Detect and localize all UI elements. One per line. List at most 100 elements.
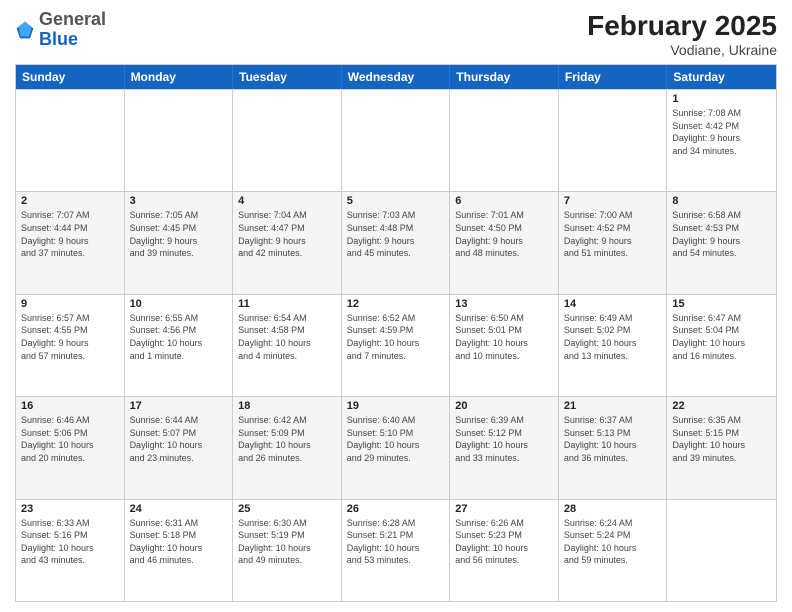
calendar-cell: 11Sunrise: 6:54 AM Sunset: 4:58 PM Dayli…: [233, 295, 342, 396]
day-number: 4: [238, 195, 336, 207]
day-number: 20: [455, 400, 553, 412]
calendar-cell: 14 Sunrise: 6:49 AM Sunset: 5:02 PM Dayli…: [559, 295, 668, 396]
page: General Blue February 2025 Vodiane, Ukra…: [0, 0, 792, 612]
calendar-row-0: 1 Sunrise: 7:08 AM Sunset: 4:42 PM Daylig…: [16, 89, 776, 191]
day-number: 21: [564, 400, 662, 412]
day-number: 10: [130, 298, 228, 310]
day-info: Sunrise: 7:03 AM Sunset: 4:48 PM Dayligh…: [347, 209, 445, 259]
day-info: Sunrise: 6:57 AM Sunset: 4:55 PM Dayligh…: [21, 312, 119, 362]
header-cell-monday: Monday: [125, 65, 234, 89]
day-number: 17: [130, 400, 228, 412]
calendar-cell: 8Sunrise: 6:58 AM Sunset: 4:53 PM Daylig…: [667, 192, 776, 293]
day-info: Sunrise: 6:50 AM Sunset: 5:01 PM Dayligh…: [455, 312, 553, 362]
calendar-cell: 20Sunrise: 6:39 AM Sunset: 5:12 PM Dayli…: [450, 397, 559, 498]
day-info: Sunrise: 7:00 AM Sunset: 4:52 PM Dayligh…: [564, 209, 662, 259]
day-info: Sunrise: 7:05 AM Sunset: 4:45 PM Dayligh…: [130, 209, 228, 259]
calendar-cell: 10 Sunrise: 6:55 AM Sunset: 4:56 PM Dayli…: [125, 295, 234, 396]
day-info: Sunrise: 6:58 AM Sunset: 4:53 PM Dayligh…: [672, 209, 771, 259]
logo-text: General Blue: [39, 10, 106, 50]
calendar-cell: 6 Sunrise: 7:01 AM Sunset: 4:50 PM Daylig…: [450, 192, 559, 293]
day-number: 7: [564, 195, 662, 207]
day-number: 15: [672, 298, 771, 310]
day-number: 16: [21, 400, 119, 412]
logo-icon: [15, 20, 35, 40]
calendar-cell: 3 Sunrise: 7:05 AM Sunset: 4:45 PM Daylig…: [125, 192, 234, 293]
day-info: Sunrise: 6:46 AM Sunset: 5:06 PM Dayligh…: [21, 414, 119, 464]
day-info: Sunrise: 6:52 AM Sunset: 4:59 PM Dayligh…: [347, 312, 445, 362]
logo-blue: Blue: [39, 29, 78, 49]
day-number: 3: [130, 195, 228, 207]
day-number: 19: [347, 400, 445, 412]
calendar-row-2: 9Sunrise: 6:57 AM Sunset: 4:55 PM Daylig…: [16, 294, 776, 396]
header-cell-tuesday: Tuesday: [233, 65, 342, 89]
day-info: Sunrise: 6:28 AM Sunset: 5:21 PM Dayligh…: [347, 517, 445, 567]
day-info: Sunrise: 6:55 AM Sunset: 4:56 PM Dayligh…: [130, 312, 228, 362]
calendar-cell: 2Sunrise: 7:07 AM Sunset: 4:44 PM Daylig…: [16, 192, 125, 293]
calendar-cell: 7 Sunrise: 7:00 AM Sunset: 4:52 PM Daylig…: [559, 192, 668, 293]
title-block: February 2025 Vodiane, Ukraine: [587, 10, 777, 58]
calendar-body: 1 Sunrise: 7:08 AM Sunset: 4:42 PM Daylig…: [16, 89, 776, 601]
calendar-cell: [342, 90, 451, 191]
calendar: SundayMondayTuesdayWednesdayThursdayFrid…: [15, 64, 777, 602]
day-info: Sunrise: 6:40 AM Sunset: 5:10 PM Dayligh…: [347, 414, 445, 464]
day-info: Sunrise: 6:35 AM Sunset: 5:15 PM Dayligh…: [672, 414, 771, 464]
day-info: Sunrise: 6:42 AM Sunset: 5:09 PM Dayligh…: [238, 414, 336, 464]
calendar-cell: 12 Sunrise: 6:52 AM Sunset: 4:59 PM Dayli…: [342, 295, 451, 396]
calendar-cell: [125, 90, 234, 191]
day-info: Sunrise: 6:26 AM Sunset: 5:23 PM Dayligh…: [455, 517, 553, 567]
day-number: 12: [347, 298, 445, 310]
day-number: 11: [238, 298, 336, 310]
header-cell-sunday: Sunday: [16, 65, 125, 89]
day-number: 27: [455, 503, 553, 515]
calendar-cell: 28 Sunrise: 6:24 AM Sunset: 5:24 PM Dayli…: [559, 500, 668, 601]
calendar-cell: 19 Sunrise: 6:40 AM Sunset: 5:10 PM Dayli…: [342, 397, 451, 498]
day-info: Sunrise: 6:47 AM Sunset: 5:04 PM Dayligh…: [672, 312, 771, 362]
day-info: Sunrise: 6:31 AM Sunset: 5:18 PM Dayligh…: [130, 517, 228, 567]
calendar-cell: 9Sunrise: 6:57 AM Sunset: 4:55 PM Daylig…: [16, 295, 125, 396]
day-number: 24: [130, 503, 228, 515]
day-number: 25: [238, 503, 336, 515]
day-number: 28: [564, 503, 662, 515]
day-info: Sunrise: 6:30 AM Sunset: 5:19 PM Dayligh…: [238, 517, 336, 567]
calendar-cell: 24 Sunrise: 6:31 AM Sunset: 5:18 PM Dayli…: [125, 500, 234, 601]
day-info: Sunrise: 7:01 AM Sunset: 4:50 PM Dayligh…: [455, 209, 553, 259]
calendar-cell: 13 Sunrise: 6:50 AM Sunset: 5:01 PM Dayli…: [450, 295, 559, 396]
day-info: Sunrise: 7:04 AM Sunset: 4:47 PM Dayligh…: [238, 209, 336, 259]
calendar-cell: 21Sunrise: 6:37 AM Sunset: 5:13 PM Dayli…: [559, 397, 668, 498]
calendar-cell: 27 Sunrise: 6:26 AM Sunset: 5:23 PM Dayli…: [450, 500, 559, 601]
day-number: 18: [238, 400, 336, 412]
calendar-cell: 17 Sunrise: 6:44 AM Sunset: 5:07 PM Dayli…: [125, 397, 234, 498]
day-number: 14: [564, 298, 662, 310]
calendar-cell: [559, 90, 668, 191]
calendar-row-3: 16 Sunrise: 6:46 AM Sunset: 5:06 PM Dayli…: [16, 396, 776, 498]
day-number: 1: [672, 93, 771, 105]
header-cell-wednesday: Wednesday: [342, 65, 451, 89]
day-number: 13: [455, 298, 553, 310]
calendar-cell: 18 Sunrise: 6:42 AM Sunset: 5:09 PM Dayli…: [233, 397, 342, 498]
calendar-cell: 4 Sunrise: 7:04 AM Sunset: 4:47 PM Daylig…: [233, 192, 342, 293]
calendar-cell: 16 Sunrise: 6:46 AM Sunset: 5:06 PM Dayli…: [16, 397, 125, 498]
calendar-cell: 15 Sunrise: 6:47 AM Sunset: 5:04 PM Dayli…: [667, 295, 776, 396]
calendar-cell: 23 Sunrise: 6:33 AM Sunset: 5:16 PM Dayli…: [16, 500, 125, 601]
day-number: 6: [455, 195, 553, 207]
calendar-row-4: 23 Sunrise: 6:33 AM Sunset: 5:16 PM Dayli…: [16, 499, 776, 601]
location: Vodiane, Ukraine: [587, 42, 777, 58]
calendar-cell: 1 Sunrise: 7:08 AM Sunset: 4:42 PM Daylig…: [667, 90, 776, 191]
logo-general: General: [39, 9, 106, 29]
calendar-cell: 26Sunrise: 6:28 AM Sunset: 5:21 PM Dayli…: [342, 500, 451, 601]
day-info: Sunrise: 7:08 AM Sunset: 4:42 PM Dayligh…: [672, 107, 771, 157]
calendar-cell: [667, 500, 776, 601]
calendar-cell: 25 Sunrise: 6:30 AM Sunset: 5:19 PM Dayli…: [233, 500, 342, 601]
calendar-cell: [16, 90, 125, 191]
day-info: Sunrise: 6:44 AM Sunset: 5:07 PM Dayligh…: [130, 414, 228, 464]
day-number: 23: [21, 503, 119, 515]
day-info: Sunrise: 6:33 AM Sunset: 5:16 PM Dayligh…: [21, 517, 119, 567]
calendar-cell: [233, 90, 342, 191]
day-info: Sunrise: 6:49 AM Sunset: 5:02 PM Dayligh…: [564, 312, 662, 362]
day-info: Sunrise: 6:24 AM Sunset: 5:24 PM Dayligh…: [564, 517, 662, 567]
calendar-cell: [450, 90, 559, 191]
header-cell-thursday: Thursday: [450, 65, 559, 89]
header-cell-saturday: Saturday: [667, 65, 776, 89]
calendar-header: SundayMondayTuesdayWednesdayThursdayFrid…: [16, 65, 776, 89]
day-number: 2: [21, 195, 119, 207]
